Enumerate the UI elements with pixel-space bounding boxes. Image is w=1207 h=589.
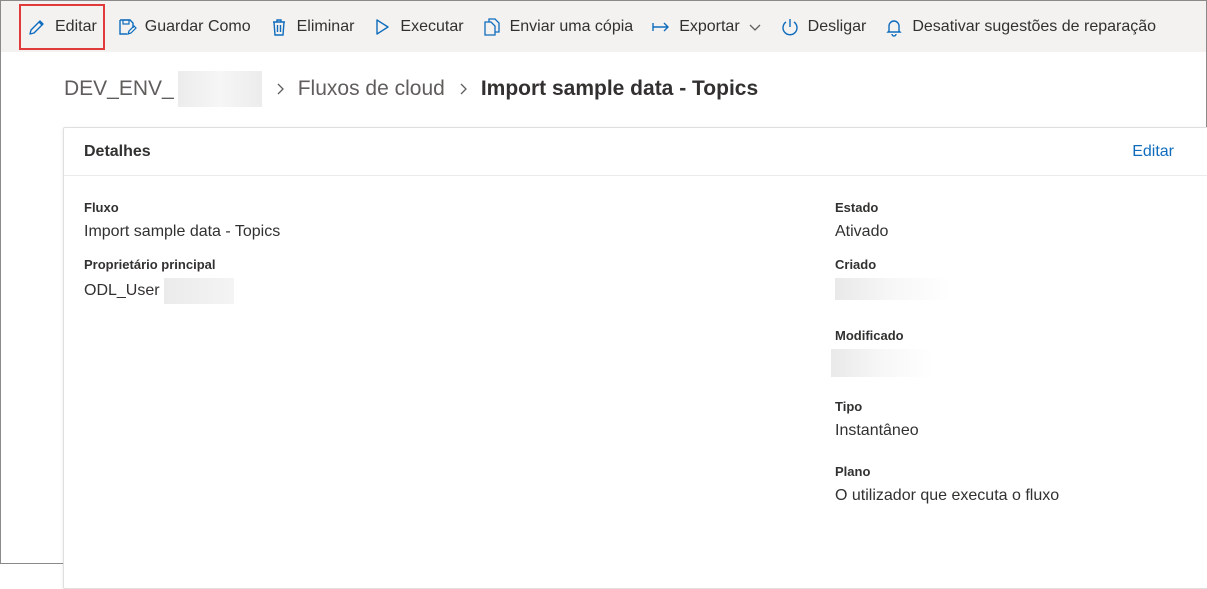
delete-label: Eliminar [296,17,355,35]
trash-icon [272,18,285,36]
redacted-modified-value [831,349,933,377]
plan-field: Plano O utilizador que executa o fluxo [835,464,1059,507]
export-menu-button[interactable]: Exportar [645,4,767,50]
state-field: Estado Ativado [835,200,1059,243]
chevron-right-icon [277,83,284,95]
plan-value: O utilizador que executa o fluxo [835,487,1060,504]
disable-suggestions-button[interactable]: Desativar sugestões de reparação [878,4,1162,50]
chevron-down-icon [749,24,761,31]
pencil-icon [29,19,44,35]
type-value: Instantâneo [835,422,919,439]
owner-value-row: ODL_User [84,278,280,304]
send-copy-label: Enviar uma cópia [509,17,634,35]
breadcrumb-cloud-flows[interactable]: Fluxos de cloud [298,77,445,101]
send-copy-button[interactable]: Enviar uma cópia [476,4,640,50]
flow-field: Fluxo Import sample data - Topics [84,200,280,243]
disable-suggestions-label: Desativar sugestões de reparação [912,17,1157,35]
redacted-env-suffix [177,71,262,107]
created-label: Criado [835,257,877,272]
bell-icon [886,19,903,37]
export-arrow-icon [652,22,670,31]
export-label: Exportar [679,17,740,35]
state-label: Estado [835,200,879,215]
turn-off-label: Desligar [807,17,867,35]
breadcrumb-env[interactable]: DEV_ENV_ [64,77,174,101]
power-icon [781,18,798,35]
owner-label: Proprietário principal [84,257,216,272]
details-edit-link[interactable]: Editar [1132,143,1174,161]
redacted-owner-suffix [163,278,234,304]
delete-button[interactable]: Eliminar [263,4,361,50]
chevron-right-icon [460,83,467,95]
owner-field: Proprietário principal ODL_User [84,257,280,304]
breadcrumb: DEV_ENV_ Fluxos de cloud Import sample d… [64,69,758,109]
command-bar: Editar Guardar Como Eliminar Executar En… [1,1,1206,52]
flow-label: Fluxo [84,200,119,215]
state-value: Ativado [835,223,889,240]
details-right-column: Estado Ativado Criado Modificado Tipo In… [831,200,1059,521]
created-field: Criado [835,257,1059,300]
type-field: Tipo Instantâneo [835,399,1059,442]
owner-value: ODL_User [84,282,160,300]
save-as-button[interactable]: Guardar Como [111,4,257,50]
save-as-icon [119,18,137,35]
flow-value: Import sample data - Topics [84,223,281,240]
details-left-column: Fluxo Import sample data - Topics Propri… [84,200,280,318]
details-header: Detalhes Editar [64,128,1207,176]
redacted-created-value [835,278,951,300]
details-card: Detalhes Editar Fluxo Import sample data… [63,127,1207,589]
run-label: Executar [400,17,464,35]
edit-label: Editar [55,17,97,35]
edit-button[interactable]: Editar [19,3,105,50]
modified-field: Modificado [831,328,1059,377]
turn-off-button[interactable]: Desligar [774,4,873,50]
copy-icon [483,17,500,36]
play-icon [376,18,390,35]
breadcrumb-current: Import sample data - Topics [480,77,759,100]
run-button[interactable]: Executar [366,4,469,50]
plan-label: Plano [835,464,871,479]
save-as-label: Guardar Como [144,17,251,35]
type-label: Tipo [835,399,863,414]
details-title: Detalhes [84,142,151,160]
modified-label: Modificado [835,328,904,343]
